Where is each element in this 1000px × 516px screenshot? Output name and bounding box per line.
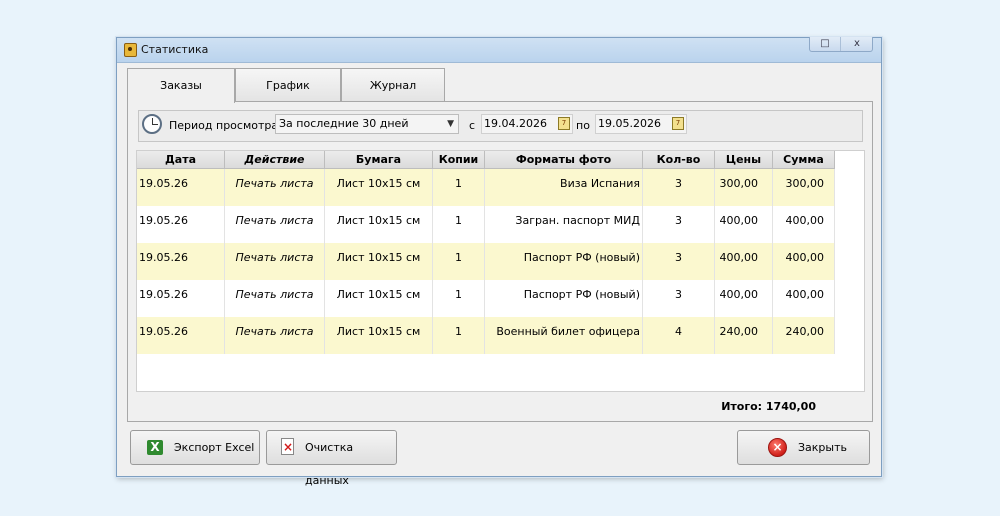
paper-cell: Лист 10x15 см: [325, 243, 433, 280]
orders-grid[interactable]: Дата Действие Бумага Копии Форматы фото …: [136, 150, 865, 392]
export-excel-label: Экспорт Excel: [174, 441, 255, 454]
close-circle-icon: ×: [768, 438, 787, 457]
column-header[interactable]: Цены: [715, 151, 773, 169]
period-select[interactable]: За последние 30 дней ▼: [275, 114, 459, 134]
tab-log[interactable]: Журнал: [341, 68, 445, 101]
price-cell: 400,00: [715, 243, 773, 280]
close-button[interactable]: × Закрыть: [737, 430, 870, 465]
action-cell: Печать листа: [225, 280, 325, 317]
copies-cell: 1: [433, 280, 485, 317]
format-cell: Загран. паспорт МИД: [485, 206, 643, 243]
to-date-value: 19.05.2026: [598, 117, 661, 130]
period-select-value: За последние 30 дней: [279, 117, 409, 130]
table-row[interactable]: 19.05.26 Печать листа Лист 10x15 см 1 Во…: [137, 317, 835, 354]
format-cell: Виза Испания: [485, 169, 643, 206]
period-label: Период просмотра:: [169, 119, 282, 132]
paper-cell: Лист 10x15 см: [325, 317, 433, 354]
window-controls: □ x: [809, 37, 873, 52]
calendar-icon[interactable]: 7: [672, 117, 684, 130]
excel-icon: X: [147, 440, 163, 455]
copies-cell: 1: [433, 169, 485, 206]
table-row[interactable]: 19.05.26 Печать листа Лист 10x15 см 1 Па…: [137, 243, 835, 280]
copies-cell: 1: [433, 317, 485, 354]
paper-cell: Лист 10x15 см: [325, 169, 433, 206]
price-cell: 300,00: [715, 169, 773, 206]
dropdown-arrow-icon: ▼: [447, 119, 454, 129]
quantity-cell: 3: [643, 206, 715, 243]
title-bar: Статистика □ x: [117, 37, 881, 63]
quantity-cell: 4: [643, 317, 715, 354]
date-cell: 19.05.26: [137, 169, 225, 206]
format-cell: Военный билет офицера: [485, 317, 643, 354]
sum-cell: 240,00: [773, 317, 835, 354]
orders-table: Дата Действие Бумага Копии Форматы фото …: [137, 151, 835, 354]
format-cell: Паспорт РФ (новый): [485, 243, 643, 280]
close-window-button[interactable]: x: [842, 37, 872, 51]
price-cell: 400,00: [715, 280, 773, 317]
sum-cell: 300,00: [773, 169, 835, 206]
price-cell: 240,00: [715, 317, 773, 354]
to-date-field[interactable]: 19.05.2026 7: [595, 114, 687, 134]
tab-chart[interactable]: График: [235, 68, 341, 101]
from-date-value: 19.04.2026: [484, 117, 547, 130]
column-header[interactable]: Действие: [225, 151, 325, 169]
quantity-cell: 3: [643, 243, 715, 280]
tab-orders[interactable]: Заказы: [127, 68, 235, 103]
period-filter: Период просмотра: За последние 30 дней ▼…: [138, 110, 863, 142]
price-cell: 400,00: [715, 206, 773, 243]
clear-data-icon: [281, 438, 294, 455]
date-cell: 19.05.26: [137, 317, 225, 354]
column-header[interactable]: Дата: [137, 151, 225, 169]
to-label: по: [576, 119, 590, 132]
action-cell: Печать листа: [225, 317, 325, 354]
table-row[interactable]: 19.05.26 Печать листа Лист 10x15 см 1 За…: [137, 206, 835, 243]
table-row[interactable]: 19.05.26 Печать листа Лист 10x15 см 1 Па…: [137, 280, 835, 317]
calendar-icon[interactable]: 7: [558, 117, 570, 130]
statistics-window: Статистика □ x Заказы График Журнал Пери…: [116, 37, 882, 487]
orders-panel: Период просмотра: За последние 30 дней ▼…: [127, 101, 873, 422]
format-cell: Паспорт РФ (новый): [485, 280, 643, 317]
copies-cell: 1: [433, 206, 485, 243]
column-header[interactable]: Бумага: [325, 151, 433, 169]
copies-cell: 1: [433, 243, 485, 280]
sum-cell: 400,00: [773, 243, 835, 280]
table-row[interactable]: 19.05.26 Печать листа Лист 10x15 см 1 Ви…: [137, 169, 835, 206]
total-amount: Итого: 1740,00: [721, 400, 816, 413]
app-icon: [124, 43, 137, 57]
quantity-cell: 3: [643, 280, 715, 317]
action-cell: Печать листа: [225, 243, 325, 280]
column-header[interactable]: Кол-во: [643, 151, 715, 169]
action-cell: Печать листа: [225, 169, 325, 206]
sum-cell: 400,00: [773, 280, 835, 317]
quantity-cell: 3: [643, 169, 715, 206]
close-label: Закрыть: [798, 441, 847, 454]
column-header[interactable]: Форматы фото: [485, 151, 643, 169]
clear-data-button[interactable]: Очистка данных: [266, 430, 397, 487]
date-cell: 19.05.26: [137, 243, 225, 280]
sum-cell: 400,00: [773, 206, 835, 243]
window-title: Статистика: [141, 43, 209, 56]
from-label: с: [469, 119, 476, 132]
date-cell: 19.05.26: [137, 280, 225, 317]
date-cell: 19.05.26: [137, 206, 225, 243]
column-header[interactable]: Копии: [433, 151, 485, 169]
from-date-field[interactable]: 19.04.2026 7: [481, 114, 573, 134]
maximize-button[interactable]: □: [810, 37, 841, 51]
clear-data-label: Очистка данных: [305, 441, 354, 487]
export-excel-button[interactable]: X Экспорт Excel: [130, 430, 260, 465]
paper-cell: Лист 10x15 см: [325, 280, 433, 317]
clock-icon: [142, 114, 162, 134]
paper-cell: Лист 10x15 см: [325, 206, 433, 243]
action-cell: Печать листа: [225, 206, 325, 243]
table-header: Дата Действие Бумага Копии Форматы фото …: [137, 151, 835, 169]
column-header[interactable]: Сумма: [773, 151, 835, 169]
